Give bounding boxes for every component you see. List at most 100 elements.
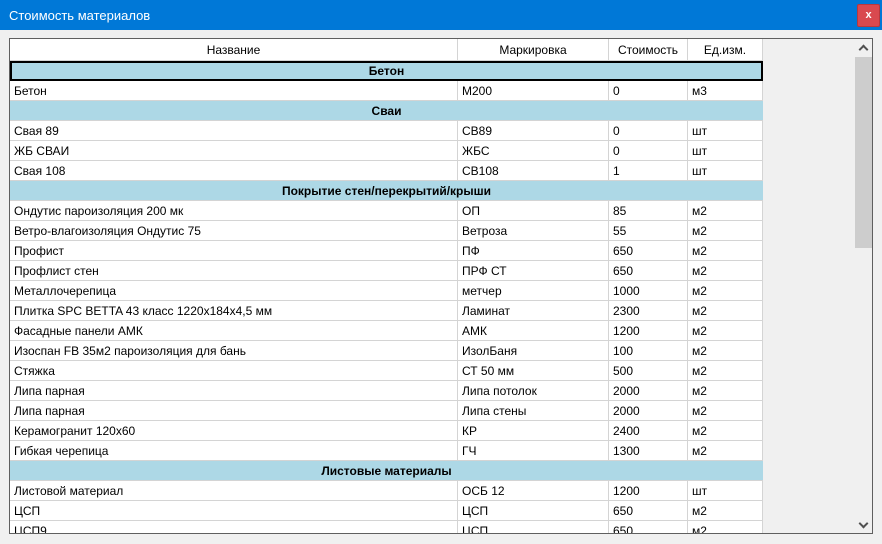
- name-cell[interactable]: Металлочерепица: [10, 281, 458, 300]
- table-row[interactable]: Ондутис пароизоляция 200 мкОП85м2: [10, 201, 763, 221]
- table-row[interactable]: ЦСП9ЦСП650м2: [10, 521, 763, 533]
- table-row[interactable]: Профлист стенПРФ СТ650м2: [10, 261, 763, 281]
- unit-cell[interactable]: м2: [688, 441, 763, 460]
- name-cell[interactable]: ЖБ СВАИ: [10, 141, 458, 160]
- cost-cell[interactable]: 0: [609, 141, 688, 160]
- section-row[interactable]: Покрытие стен/перекрытий/крыши: [10, 181, 763, 201]
- cost-cell[interactable]: 500: [609, 361, 688, 380]
- unit-cell[interactable]: м2: [688, 281, 763, 300]
- cost-cell[interactable]: 0: [609, 81, 688, 100]
- scroll-down-button[interactable]: [855, 516, 872, 533]
- table-row[interactable]: Керамогранит 120x60КР2400м2: [10, 421, 763, 441]
- column-header-mark[interactable]: Маркировка: [458, 39, 609, 60]
- unit-cell[interactable]: м2: [688, 361, 763, 380]
- section-row[interactable]: Сваи: [10, 101, 763, 121]
- table-row[interactable]: Плитка SPC BETTA 43 класс 1220x184x4,5 м…: [10, 301, 763, 321]
- unit-cell[interactable]: м2: [688, 321, 763, 340]
- name-cell[interactable]: Листовой материал: [10, 481, 458, 500]
- table-row[interactable]: Свая 89СВ890шт: [10, 121, 763, 141]
- unit-cell[interactable]: м2: [688, 261, 763, 280]
- mark-cell[interactable]: ЦСП: [458, 501, 609, 520]
- cost-cell[interactable]: 55: [609, 221, 688, 240]
- mark-cell[interactable]: ГЧ: [458, 441, 609, 460]
- table-row[interactable]: ЖБ СВАИЖБС0шт: [10, 141, 763, 161]
- table-row[interactable]: Ветро-влагоизоляция Ондутис 75Ветроза55м…: [10, 221, 763, 241]
- unit-cell[interactable]: м2: [688, 301, 763, 320]
- cost-cell[interactable]: 0: [609, 121, 688, 140]
- mark-cell[interactable]: КР: [458, 421, 609, 440]
- name-cell[interactable]: Бетон: [10, 81, 458, 100]
- name-cell[interactable]: Свая 108: [10, 161, 458, 180]
- column-header-unit[interactable]: Ед.изм.: [688, 39, 763, 60]
- mark-cell[interactable]: Ламинат: [458, 301, 609, 320]
- mark-cell[interactable]: Ветроза: [458, 221, 609, 240]
- unit-cell[interactable]: шт: [688, 121, 763, 140]
- cost-cell[interactable]: 1300: [609, 441, 688, 460]
- section-row[interactable]: Листовые материалы: [10, 461, 763, 481]
- mark-cell[interactable]: СВ108: [458, 161, 609, 180]
- mark-cell[interactable]: ОП: [458, 201, 609, 220]
- table-row[interactable]: Листовой материалОСБ 121200шт: [10, 481, 763, 501]
- unit-cell[interactable]: м3: [688, 81, 763, 100]
- name-cell[interactable]: ЦСП9: [10, 521, 458, 533]
- scroll-up-button[interactable]: [855, 39, 872, 56]
- cost-cell[interactable]: 1200: [609, 481, 688, 500]
- name-cell[interactable]: Свая 89: [10, 121, 458, 140]
- mark-cell[interactable]: М200: [458, 81, 609, 100]
- table-row[interactable]: ПрофистПФ650м2: [10, 241, 763, 261]
- mark-cell[interactable]: ПРФ СТ: [458, 261, 609, 280]
- mark-cell[interactable]: СВ89: [458, 121, 609, 140]
- unit-cell[interactable]: м2: [688, 201, 763, 220]
- name-cell[interactable]: Гибкая черепица: [10, 441, 458, 460]
- cost-cell[interactable]: 650: [609, 521, 688, 533]
- name-cell[interactable]: Липа парная: [10, 401, 458, 420]
- mark-cell[interactable]: АМК: [458, 321, 609, 340]
- unit-cell[interactable]: м2: [688, 421, 763, 440]
- name-cell[interactable]: Профлист стен: [10, 261, 458, 280]
- unit-cell[interactable]: м2: [688, 221, 763, 240]
- table-row[interactable]: Липа парнаяЛипа потолок2000м2: [10, 381, 763, 401]
- table-row[interactable]: Свая 108СВ1081шт: [10, 161, 763, 181]
- scrollbar-thumb[interactable]: [855, 57, 872, 248]
- mark-cell[interactable]: Липа потолок: [458, 381, 609, 400]
- mark-cell[interactable]: ЖБС: [458, 141, 609, 160]
- mark-cell[interactable]: метчер: [458, 281, 609, 300]
- title-bar[interactable]: Стоимость материалов x: [0, 0, 882, 30]
- table-row[interactable]: СтяжкаСТ 50 мм500м2: [10, 361, 763, 381]
- cost-cell[interactable]: 1000: [609, 281, 688, 300]
- table-row[interactable]: Металлочерепицаметчер1000м2: [10, 281, 763, 301]
- column-header-name[interactable]: Название: [10, 39, 458, 60]
- cost-cell[interactable]: 100: [609, 341, 688, 360]
- unit-cell[interactable]: м2: [688, 341, 763, 360]
- cost-cell[interactable]: 2000: [609, 401, 688, 420]
- name-cell[interactable]: ЦСП: [10, 501, 458, 520]
- table-row[interactable]: ЦСПЦСП650м2: [10, 501, 763, 521]
- name-cell[interactable]: Плитка SPC BETTA 43 класс 1220x184x4,5 м…: [10, 301, 458, 320]
- cost-cell[interactable]: 650: [609, 501, 688, 520]
- table-row[interactable]: Гибкая черепицаГЧ1300м2: [10, 441, 763, 461]
- cost-cell[interactable]: 2000: [609, 381, 688, 400]
- name-cell[interactable]: Керамогранит 120x60: [10, 421, 458, 440]
- unit-cell[interactable]: м2: [688, 521, 763, 533]
- unit-cell[interactable]: шт: [688, 481, 763, 500]
- unit-cell[interactable]: м2: [688, 401, 763, 420]
- cost-cell[interactable]: 1200: [609, 321, 688, 340]
- column-header-cost[interactable]: Стоимость: [609, 39, 688, 60]
- name-cell[interactable]: Липа парная: [10, 381, 458, 400]
- mark-cell[interactable]: Липа стены: [458, 401, 609, 420]
- name-cell[interactable]: Стяжка: [10, 361, 458, 380]
- cost-cell[interactable]: 650: [609, 261, 688, 280]
- unit-cell[interactable]: шт: [688, 161, 763, 180]
- table-row[interactable]: Липа парнаяЛипа стены2000м2: [10, 401, 763, 421]
- mark-cell[interactable]: ПФ: [458, 241, 609, 260]
- name-cell[interactable]: Изоспан FB 35м2 пароизоляция для бань: [10, 341, 458, 360]
- unit-cell[interactable]: м2: [688, 501, 763, 520]
- cost-cell[interactable]: 85: [609, 201, 688, 220]
- table-row[interactable]: Фасадные панели АМКАМК1200м2: [10, 321, 763, 341]
- close-button[interactable]: x: [857, 4, 880, 27]
- table-row[interactable]: Изоспан FB 35м2 пароизоляция для баньИзо…: [10, 341, 763, 361]
- mark-cell[interactable]: ИзолБаня: [458, 341, 609, 360]
- name-cell[interactable]: Ондутис пароизоляция 200 мк: [10, 201, 458, 220]
- cost-cell[interactable]: 2400: [609, 421, 688, 440]
- cost-cell[interactable]: 650: [609, 241, 688, 260]
